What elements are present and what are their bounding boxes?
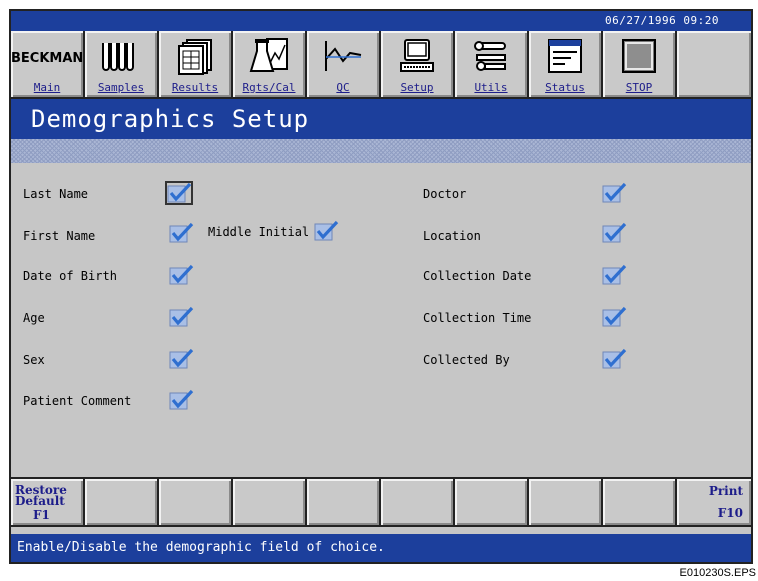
f1-key-label: F1: [33, 508, 50, 522]
checkbox-date-of-birth[interactable]: [168, 264, 194, 286]
field-label-sex: Sex: [23, 353, 45, 367]
checkmark-icon: [169, 222, 194, 243]
checkmark-icon: [169, 306, 194, 327]
fkey-3-button[interactable]: [159, 479, 233, 525]
samples-button-label: Samples: [97, 81, 145, 94]
checkbox-collected-by[interactable]: [601, 348, 627, 370]
field-label-last-name: Last Name: [23, 187, 89, 201]
print-label: Print: [708, 484, 743, 498]
figure-code: E010230S.EPS: [679, 567, 756, 579]
checkbox-collection-date[interactable]: [601, 264, 627, 286]
flask-icon: [249, 38, 288, 72]
results-button-label: Results: [171, 81, 219, 94]
field-label-first-name: First Name: [23, 229, 96, 243]
setup-button[interactable]: Setup: [381, 31, 455, 97]
utils-button-label: Utils: [474, 81, 508, 94]
field-label-collected-by: Collected By: [423, 353, 510, 367]
checkbox-collection-time[interactable]: [601, 306, 627, 328]
checkmark-icon: [167, 182, 192, 203]
restore-default-label-line2: Default: [15, 494, 65, 508]
qc-button-label: QC: [336, 81, 350, 94]
main-toolbar: BECKMAN Main Samples Results Rgts/Cal QC…: [11, 31, 751, 99]
report-pages-icon: [178, 39, 212, 75]
checkmark-icon: [602, 264, 627, 285]
fkey-2-button[interactable]: [85, 479, 159, 525]
page-title: Demographics Setup: [11, 99, 751, 139]
checkbox-doctor[interactable]: [601, 182, 627, 204]
checkmark-icon: [169, 389, 194, 410]
utils-button[interactable]: Utils: [455, 31, 529, 97]
fkey-5-button[interactable]: [307, 479, 381, 525]
qc-button[interactable]: QC: [307, 31, 381, 97]
field-label-date-of-birth: Date of Birth: [23, 269, 117, 283]
checkbox-location[interactable]: [601, 222, 627, 244]
checkmark-icon: [602, 182, 627, 203]
pattern-divider: [11, 139, 751, 163]
checkbox-patient-comment[interactable]: [168, 389, 194, 411]
fkey-6-button[interactable]: [381, 479, 455, 525]
checkbox-middle-initial[interactable]: [313, 220, 339, 242]
f10-key-label: F10: [717, 506, 743, 520]
beckman-logo: BECKMAN: [11, 51, 84, 66]
checkbox-last-name[interactable]: [165, 181, 193, 205]
status-bar: Enable/Disable the demographic field of …: [11, 534, 751, 562]
field-label-middle-initial: Middle Initial: [208, 225, 310, 239]
stop-button-icon: [622, 39, 656, 73]
qc-graph-icon: [325, 41, 362, 71]
status-button[interactable]: Status: [529, 31, 603, 97]
test-tubes-icon: [102, 43, 134, 71]
computer-icon: [400, 39, 434, 72]
restore-default-button[interactable]: Restore Default F1: [11, 479, 85, 525]
checkbox-sex[interactable]: [168, 348, 194, 370]
fkey-4-button[interactable]: [233, 479, 307, 525]
checkmark-icon: [169, 348, 194, 369]
print-button[interactable]: Print F10: [677, 479, 751, 525]
field-label-collection-date: Collection Date: [423, 269, 532, 283]
checkmark-icon: [602, 306, 627, 327]
fkey-8-button[interactable]: [529, 479, 603, 525]
field-label-doctor: Doctor: [423, 187, 467, 201]
field-label-patient-comment: Patient Comment: [23, 394, 132, 408]
status-button-label: Status: [545, 81, 585, 94]
field-label-collection-time: Collection Time: [423, 311, 532, 325]
field-label-age: Age: [23, 311, 45, 325]
main-button[interactable]: BECKMAN Main: [11, 31, 85, 97]
checkmark-icon: [602, 348, 627, 369]
checkbox-first-name[interactable]: [168, 222, 194, 244]
stop-button[interactable]: STOP: [603, 31, 677, 97]
stop-button-label: STOP: [625, 81, 653, 94]
checkmark-icon: [314, 220, 339, 241]
setup-button-label: Setup: [400, 81, 434, 94]
function-key-bar: Restore Default F1 Print F10: [11, 477, 751, 527]
empty-toolbar-button[interactable]: [677, 31, 751, 97]
status-bars-icon: [548, 39, 582, 73]
samples-button[interactable]: Samples: [85, 31, 159, 97]
main-button-label: Main: [33, 81, 61, 94]
checkbox-age[interactable]: [168, 306, 194, 328]
tools-icon: [474, 41, 506, 71]
fkey-7-button[interactable]: [455, 479, 529, 525]
app-screen: 06/27/1996 09:20 BECKMAN Main Samples Re…: [9, 9, 753, 564]
results-button[interactable]: Results: [159, 31, 233, 97]
checkmark-icon: [169, 264, 194, 285]
fkey-9-button[interactable]: [603, 479, 677, 525]
checkmark-icon: [602, 222, 627, 243]
title-bar: 06/27/1996 09:20: [11, 11, 751, 31]
datetime-display: 06/27/1996 09:20: [605, 14, 719, 27]
rgts-cal-button-label: Rgts/Cal: [242, 81, 296, 94]
rgts-cal-button[interactable]: Rgts/Cal: [233, 31, 307, 97]
status-message: Enable/Disable the demographic field of …: [17, 540, 385, 555]
field-label-location: Location: [423, 229, 481, 243]
